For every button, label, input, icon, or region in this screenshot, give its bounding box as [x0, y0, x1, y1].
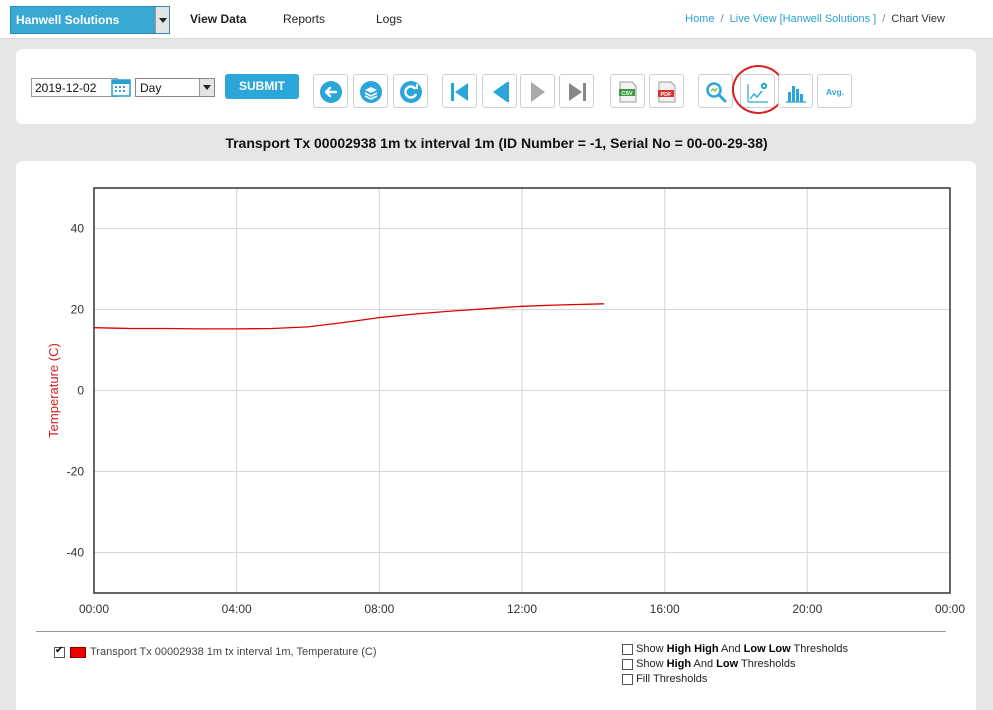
nav-logs[interactable]: Logs [376, 12, 402, 26]
threshold-text: And [718, 643, 744, 655]
zoom-button[interactable] [698, 74, 733, 108]
x-tick-label: 04:00 [222, 602, 252, 616]
y-tick-label: 40 [71, 222, 85, 236]
threshold-text: Show [636, 658, 667, 670]
threshold-checkbox[interactable] [622, 658, 633, 670]
legend-series-label: Transport Tx 00002938 1m tx interval 1m,… [90, 646, 377, 658]
export-pdf-button[interactable]: PDF [649, 74, 684, 108]
calendar-icon[interactable] [111, 77, 131, 97]
date-input[interactable]: 2019-12-02 [31, 78, 118, 97]
y-tick-label: -40 [67, 546, 85, 560]
chart-panel: 00:00 04:00 08:00 12:00 16:00 20:00 00:00 40 20 0… [16, 161, 976, 710]
toolbar-panel: 2019-12-02 Day SUBMIT CSV PDF Avg. [16, 49, 976, 124]
threshold-option-high-high-low-low[interactable]: Show High High And Low Low Thresholds [622, 643, 848, 655]
x-tick-label: 00:00 [935, 602, 965, 616]
line-chart[interactable]: 00:00 04:00 08:00 12:00 16:00 20:00 00:00 40 20 0… [16, 161, 976, 631]
chevron-down-icon[interactable] [199, 79, 214, 96]
organization-select-label: Hanwell Solutions [16, 13, 120, 27]
x-tick-label: 08:00 [364, 602, 394, 616]
layers-icon [360, 81, 382, 103]
previous-button[interactable] [482, 74, 517, 108]
threshold-checkbox[interactable] [622, 673, 633, 685]
legend-item[interactable]: Transport Tx 00002938 1m tx interval 1m,… [54, 645, 377, 658]
top-bar: Hanwell Solutions View Data Reports Logs… [0, 0, 993, 39]
previous-icon [493, 82, 509, 102]
range-select-value: Day [140, 81, 162, 95]
y-tick-label: 0 [77, 384, 84, 398]
x-tick-label: 00:00 [79, 602, 109, 616]
threshold-bold: High High [666, 643, 719, 655]
skip-last-icon [569, 83, 586, 101]
x-tick-label: 20:00 [792, 602, 822, 616]
x-tick-label: 12:00 [507, 602, 537, 616]
threshold-checkbox[interactable] [622, 643, 633, 655]
nav-reports[interactable]: Reports [283, 12, 325, 26]
chart-title: Transport Tx 00002938 1m tx interval 1m … [225, 135, 768, 151]
x-tick-label: 16:00 [650, 602, 680, 616]
zoom-icon [706, 82, 727, 103]
histogram-button[interactable] [778, 74, 813, 108]
last-page-button[interactable] [559, 74, 594, 108]
breadcrumb-separator: / [882, 13, 886, 25]
next-button[interactable] [520, 74, 555, 108]
refresh-icon [400, 81, 422, 103]
average-button[interactable]: Avg. [817, 74, 852, 108]
threshold-text: Fill Thresholds [636, 673, 708, 685]
threshold-bold: Low [716, 658, 739, 670]
y-axis-label: Temperature (C) [46, 343, 61, 438]
avg-label: Avg. [826, 87, 844, 97]
series-color-swatch [70, 646, 86, 658]
next-icon [531, 82, 545, 102]
organization-select[interactable]: Hanwell Solutions [10, 6, 170, 34]
breadcrumb-separator: / [720, 13, 724, 25]
threshold-text: And [691, 658, 717, 670]
threshold-option-fill[interactable]: Fill Thresholds [622, 673, 707, 685]
pdf-icon: PDF [658, 81, 676, 103]
back-button[interactable] [313, 74, 348, 108]
threshold-bold: Low Low [743, 643, 791, 655]
chevron-down-icon[interactable] [155, 7, 169, 33]
first-page-button[interactable] [442, 74, 477, 108]
legend-divider [36, 631, 946, 632]
breadcrumb-current: Chart View [891, 13, 945, 25]
layers-button[interactable] [353, 74, 388, 108]
threshold-bold: High [666, 658, 692, 670]
range-select[interactable]: Day [135, 78, 215, 97]
skip-first-icon [451, 83, 468, 101]
breadcrumb-home[interactable]: Home [685, 13, 714, 25]
refresh-button[interactable] [393, 74, 428, 108]
threshold-text: Thresholds [738, 658, 796, 670]
threshold-option-high-low[interactable]: Show High And Low Thresholds [622, 658, 795, 670]
y-tick-label: -20 [67, 465, 85, 479]
submit-button[interactable]: SUBMIT [225, 74, 299, 99]
back-icon [320, 81, 342, 103]
series-checkbox[interactable] [54, 645, 65, 658]
threshold-text: Show [636, 643, 667, 655]
nav-view-data[interactable]: View Data [190, 12, 246, 26]
breadcrumb: Home / Live View [Hanwell Solutions ] / … [685, 13, 945, 25]
histogram-icon [786, 86, 806, 103]
threshold-text: Thresholds [790, 643, 848, 655]
pdf-label: PDF [661, 92, 673, 98]
breadcrumb-live-view[interactable]: Live View [Hanwell Solutions ] [730, 13, 877, 25]
avg-icon: Avg. [826, 87, 844, 97]
csv-label: CSV [621, 91, 633, 97]
y-tick-label: 20 [71, 303, 85, 317]
export-csv-button[interactable]: CSV [610, 74, 645, 108]
csv-icon: CSV [619, 81, 637, 103]
